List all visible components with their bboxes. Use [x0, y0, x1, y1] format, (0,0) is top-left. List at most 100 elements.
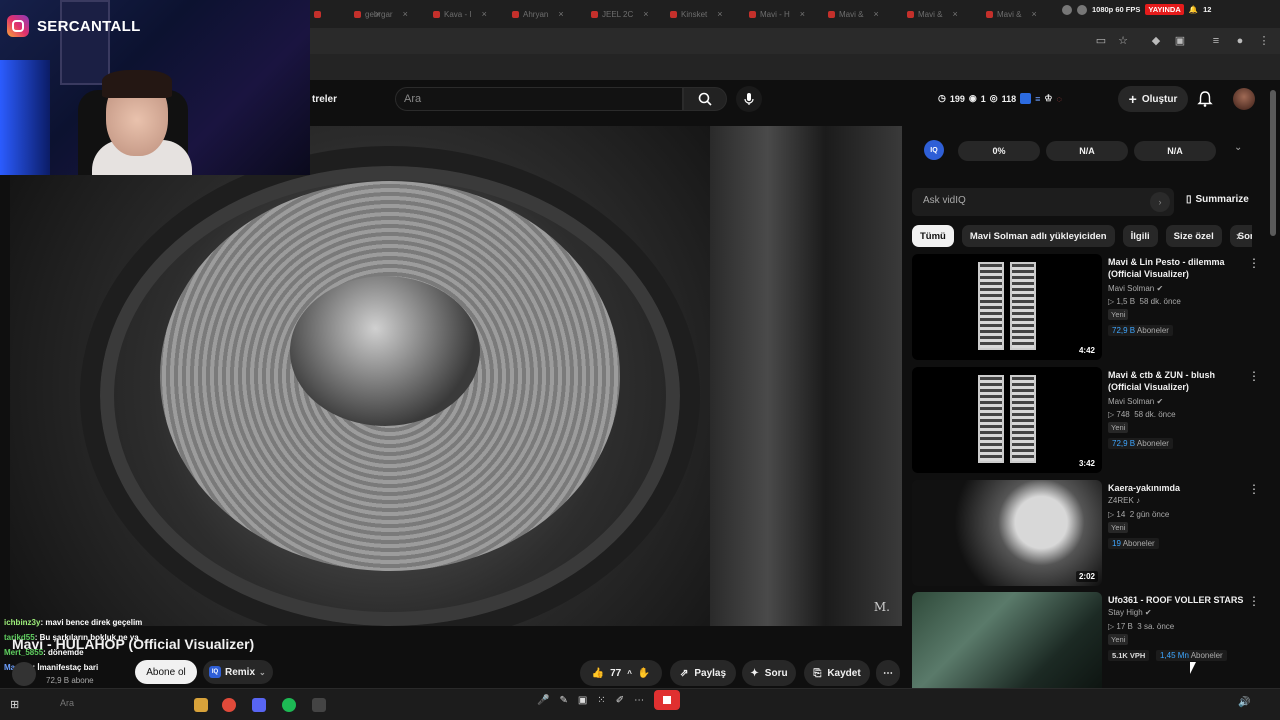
more-actions-button[interactable]: ⋯ — [876, 660, 900, 686]
windows-start-icon[interactable]: ⊞ — [10, 698, 19, 711]
summarize-button[interactable]: ▯ Summarize — [1186, 194, 1249, 205]
video-thumbnail[interactable] — [912, 592, 1102, 688]
video-thumbnail[interactable]: 2:02 — [912, 480, 1102, 586]
close-icon[interactable]: × — [643, 9, 648, 19]
more-vertical-icon[interactable]: ⋮ — [1248, 256, 1260, 270]
recommendation-title[interactable]: Mavi & Lin Pesto - dilemma (Official Vis… — [1108, 256, 1242, 280]
chevron-right-icon[interactable]: › — [1236, 229, 1240, 243]
close-icon[interactable]: × — [558, 9, 563, 19]
close-icon[interactable]: × — [800, 9, 805, 19]
vidiq-stats: ◷ 199 ◉ 1 ◎ 118 ≡ ♔ ◌ — [938, 93, 1062, 104]
remix-button[interactable]: IQ Remix ⌄ — [203, 660, 273, 684]
profile-icon[interactable]: ● — [1234, 35, 1246, 47]
grid-icon[interactable]: ⁙ — [597, 695, 605, 706]
more-horizontal-icon[interactable]: ⋯ — [634, 695, 644, 706]
scrollbar[interactable] — [1270, 90, 1276, 236]
screen-icon[interactable]: ▣ — [578, 695, 587, 706]
chip-all[interactable]: Tümü — [912, 225, 954, 247]
close-icon[interactable]: × — [482, 9, 487, 19]
like-button[interactable]: 👍 77 ^ ✋ — [580, 660, 662, 686]
recommendation-item[interactable]: Ufo361 - ROOF VOLLER STARS Stay High ✔ ▷… — [912, 592, 1266, 688]
more-vertical-icon[interactable]: ⋮ — [1248, 594, 1260, 608]
voice-search-button[interactable] — [736, 86, 762, 112]
notifications-bell-icon[interactable] — [1196, 90, 1214, 108]
bell-icon[interactable]: 🔔 — [1189, 5, 1198, 14]
chip-uploader[interactable]: Mavi Solman adlı yükleyiciden — [961, 225, 1115, 247]
close-icon[interactable]: × — [1031, 9, 1036, 19]
video-player[interactable]: M. — [10, 126, 902, 626]
ask-vidiq-input[interactable]: Ask vidIQ — [912, 188, 1174, 216]
channel-avatar[interactable] — [12, 662, 36, 686]
recommendation-item[interactable]: 3:42 Mavi & ctb & ZUN - blush (Official … — [912, 367, 1266, 475]
recommendation-title[interactable]: Mavi & ctb & ZUN - blush (Official Visua… — [1108, 369, 1242, 393]
ask-submit-button[interactable]: › — [1150, 192, 1170, 212]
ask-button[interactable]: ✦ Soru — [742, 660, 796, 686]
bookmarks-bar — [310, 54, 1280, 80]
taskbar-search[interactable]: Ara — [60, 698, 74, 708]
browser-tab[interactable]: Mavi & × — [828, 5, 879, 23]
close-icon[interactable]: × — [403, 9, 408, 19]
stop-stream-button[interactable] — [654, 690, 681, 710]
list-icon[interactable]: ≡ — [1035, 94, 1040, 104]
brush-icon[interactable]: ✐ — [616, 695, 624, 706]
pen-icon[interactable]: ✎ — [559, 695, 567, 706]
more-vertical-icon[interactable]: ⋮ — [1248, 482, 1260, 496]
notification-off-icon[interactable]: ◌ — [1057, 94, 1062, 104]
address-bar[interactable]: ▭ ☆ ◆ ▣ ≡ ● ⋮ — [310, 28, 1280, 54]
new-badge: Yeni — [1108, 634, 1129, 645]
browser-tab[interactable]: gebrgar × — [354, 5, 408, 23]
microphone-icon[interactable]: 🎤 — [537, 695, 549, 706]
save-button[interactable]: ⎘ Kaydet — [804, 660, 870, 686]
chip-recent[interactable]: Son — [1229, 225, 1252, 247]
extension-icon[interactable]: ◆ — [1150, 35, 1162, 47]
trophy-icon[interactable]: ♔ — [1044, 93, 1052, 104]
close-icon[interactable]: × — [717, 9, 722, 19]
subscribe-button[interactable]: Abone ol — [135, 660, 197, 684]
recommendation-channel[interactable]: Stay High ✔ — [1108, 608, 1152, 617]
discord-icon[interactable] — [252, 698, 266, 712]
background-light — [0, 60, 50, 175]
puzzle-icon[interactable]: ▣ — [1174, 35, 1186, 47]
chrome-icon[interactable] — [222, 698, 236, 712]
recommendation-title[interactable]: Ufo361 - ROOF VOLLER STARS — [1108, 594, 1248, 606]
folder-icon[interactable] — [194, 698, 208, 712]
wall-frame — [60, 0, 110, 85]
close-icon[interactable]: × — [952, 9, 957, 19]
spotify-icon[interactable] — [282, 698, 296, 712]
account-avatar[interactable] — [1233, 88, 1255, 110]
browser-tab[interactable]: Mavi & × — [986, 5, 1037, 23]
bookmark-star-icon[interactable]: ☆ — [1117, 35, 1129, 47]
search-button[interactable] — [683, 87, 727, 111]
search-input[interactable]: Ara — [395, 87, 683, 111]
recommendation-channel[interactable]: Mavi Solman ✔ — [1108, 284, 1163, 293]
browser-tab[interactable]: Ahryan × — [512, 5, 564, 23]
recommendation-channel[interactable]: Z4REK ♪ — [1108, 496, 1140, 505]
bookmark-icon: ⎘ — [813, 667, 822, 679]
more-vertical-icon[interactable]: ⋮ — [1248, 369, 1260, 383]
dislike-icon[interactable]: ✋ — [638, 668, 650, 679]
more-icon[interactable]: ⋮ — [1258, 35, 1270, 47]
recommendation-channel[interactable]: Mavi Solman ✔ — [1108, 397, 1163, 406]
browser-tab[interactable]: Kava - I × — [433, 5, 487, 23]
chevron-down-icon[interactable]: ⌄ — [1234, 142, 1242, 153]
recommendation-item[interactable]: 2:02 Kaera-yakınımda Z4REK ♪ ▷ 14 2 gün … — [912, 480, 1266, 588]
chip-for-you[interactable]: Size özel — [1165, 225, 1222, 247]
cast-icon[interactable]: ▭ — [1095, 35, 1107, 47]
browser-tab[interactable]: Mavi - H × — [749, 5, 805, 23]
filters-button[interactable]: treler — [312, 94, 337, 105]
vidiq-badge-icon[interactable] — [1020, 93, 1032, 104]
browser-tab[interactable]: JEEL 2C × — [591, 5, 649, 23]
share-button[interactable]: ⇗ Paylaş — [670, 660, 736, 686]
recommendation-title[interactable]: Kaera-yakınımda — [1108, 482, 1242, 494]
browser-tab[interactable]: Kinsket × — [670, 5, 723, 23]
app-icon[interactable] — [312, 698, 326, 712]
menu-icon[interactable]: ≡ — [1210, 35, 1222, 47]
video-thumbnail[interactable]: 4:42 — [912, 254, 1102, 360]
create-button[interactable]: + Oluştur — [1118, 86, 1188, 112]
video-thumbnail[interactable]: 3:42 — [912, 367, 1102, 473]
chip-related[interactable]: İlgili — [1122, 225, 1158, 247]
browser-tab[interactable]: Mavi & × — [907, 5, 958, 23]
recommendation-item[interactable]: 4:42 Mavi & Lin Pesto - dilemma (Officia… — [912, 254, 1266, 362]
close-icon[interactable]: × — [873, 9, 878, 19]
volume-icon[interactable]: 🔊 — [1238, 697, 1250, 708]
